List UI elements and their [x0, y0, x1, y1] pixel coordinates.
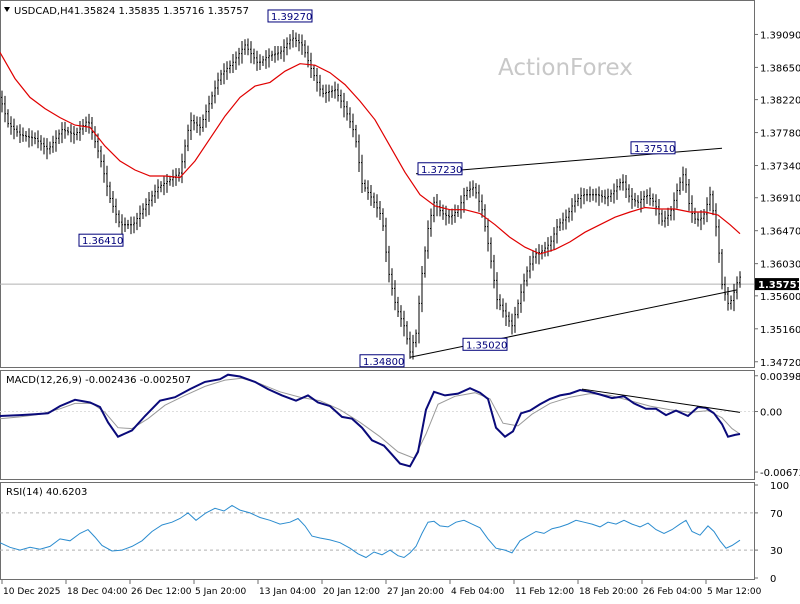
time-axis-label: 5 Jan 20:00 — [195, 587, 247, 597]
time-axis-label: 18 Feb 20:00 — [579, 587, 638, 597]
watermark: ActionForex — [498, 55, 633, 81]
macd-axis-label: 0.00 — [760, 408, 782, 419]
chart-canvas: ActionForex USDCAD,H4 1.35824 1.35835 1.… — [0, 0, 800, 600]
price-axis-label: 1.37340 — [760, 162, 800, 173]
price-axis-label: 1.39090 — [760, 30, 800, 41]
price-axis-label: 1.38220 — [760, 96, 800, 107]
time-axis-label: 26 Feb 04:00 — [643, 587, 702, 597]
time-axis-label: 10 Dec 2025 — [3, 587, 61, 597]
price-axis-label: 1.38650 — [760, 63, 800, 74]
time-axis-label: 4 Feb 04:00 — [451, 587, 505, 597]
chart-background — [0, 0, 800, 600]
time-axis-label: 27 Jan 20:00 — [387, 587, 444, 597]
price-axis-label: 1.37780 — [760, 129, 800, 140]
rsi-axis-label: 100 — [770, 481, 789, 492]
macd-axis-label: 0.003982 — [760, 372, 800, 383]
time-axis-label: 26 Dec 12:00 — [131, 587, 192, 597]
chart-window: ActionForex USDCAD,H4 1.35824 1.35835 1.… — [0, 0, 800, 600]
ohlc-values: 1.35824 1.35835 1.35716 1.35757 — [74, 6, 249, 17]
price-axis-label: 1.35600 — [760, 292, 800, 303]
rsi-axis-label: 70 — [770, 509, 783, 520]
rsi-axis-label: 30 — [770, 546, 783, 557]
rsi-title: RSI(14) 40.6203 — [6, 487, 87, 498]
swing-label-value: 1.37230 — [421, 165, 462, 176]
swing-label-value: 1.37510 — [634, 144, 675, 155]
price-axis-label: 1.34720 — [760, 358, 800, 369]
rsi-axis-label: 0 — [770, 574, 776, 585]
time-axis-label: 11 Feb 12:00 — [515, 587, 574, 597]
price-axis-label: 1.36910 — [760, 194, 800, 205]
swing-label-value: 1.39270 — [271, 12, 312, 23]
price-axis-label: 1.35160 — [760, 325, 800, 336]
macd-axis-label: -0.006737 — [760, 468, 800, 479]
macd-title: MACD(12,26,9) -0.002436 -0.002507 — [6, 375, 191, 386]
time-axis-label: 18 Dec 04:00 — [67, 587, 128, 597]
symbol-label[interactable]: USDCAD,H4 — [14, 6, 74, 17]
swing-label-value: 1.34800 — [363, 357, 404, 368]
current-price-value: 1.35757 — [758, 280, 800, 291]
time-axis-label: 20 Jan 12:00 — [323, 587, 380, 597]
time-axis-label: 13 Jan 04:00 — [259, 587, 316, 597]
price-axis-label: 1.36030 — [760, 260, 800, 271]
price-axis-label: 1.36470 — [760, 227, 800, 238]
swing-label-value: 1.35020 — [466, 340, 507, 351]
swing-label-value: 1.36410 — [82, 236, 123, 247]
time-axis-label: 5 Mar 12:00 — [707, 587, 762, 597]
